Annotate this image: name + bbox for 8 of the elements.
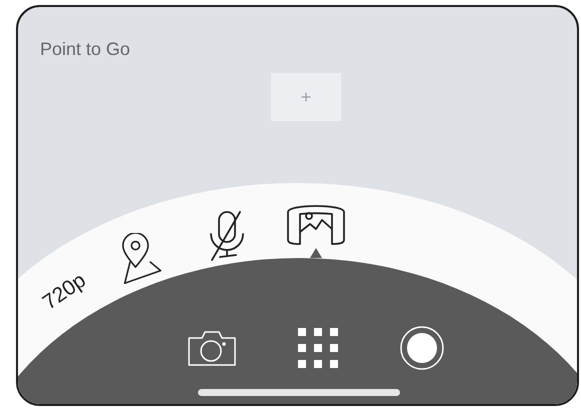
panorama-icon (286, 204, 346, 246)
grid-icon (297, 327, 339, 369)
selection-pointer (310, 248, 322, 258)
resolution-option[interactable]: 720p (38, 269, 90, 313)
panorama-option[interactable] (286, 204, 346, 258)
screen-title: Point to Go (40, 39, 130, 60)
record-icon (399, 325, 445, 371)
camera-icon (187, 329, 237, 367)
